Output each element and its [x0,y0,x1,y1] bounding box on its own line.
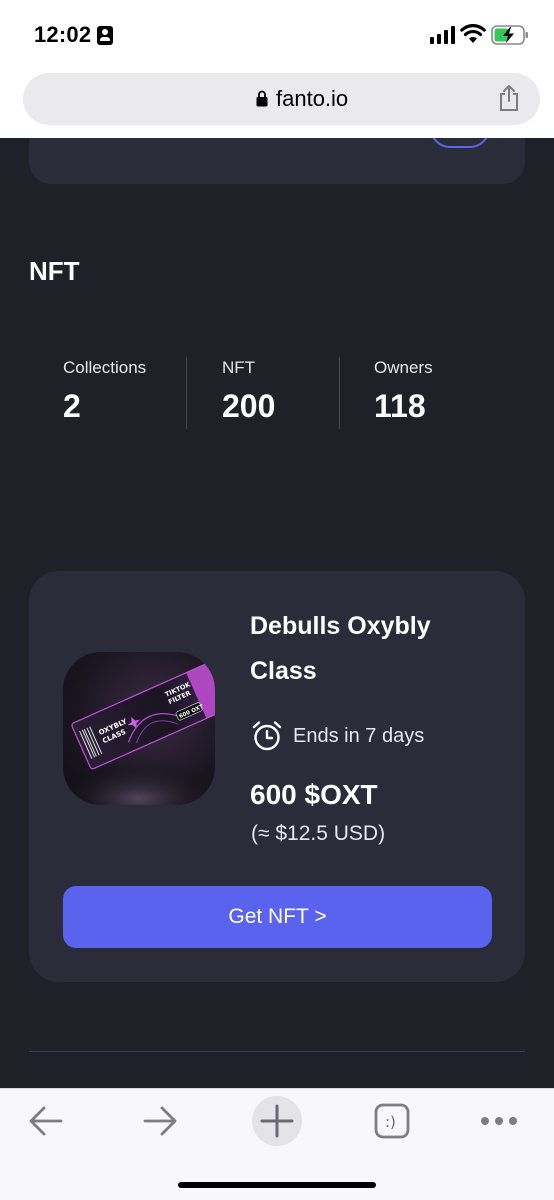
get-nft-button[interactable]: Get NFT > [63,886,492,948]
stat-label: Collections [63,358,147,377]
nft-card: OXYBLY CLASS TIKTOK FILTER 600 OXT Debul… [29,571,525,982]
stat-label: Owners [374,358,433,377]
battery-charging-icon [491,25,528,45]
nft-usd-price: (≈ $12.5 USD) [251,822,386,845]
back-icon[interactable] [27,1099,65,1143]
wifi-icon [460,24,486,43]
nft-ticket-image: OXYBLY CLASS TIKTOK FILTER 600 OXT [63,662,215,805]
nft-price: 600 $OXT [250,779,378,810]
signal-icon [430,26,455,44]
divider [29,1051,525,1052]
lock-icon [256,90,268,107]
status-time: 12:02 [34,22,92,47]
ends-row: Ends in 7 days [251,719,424,753]
share-icon[interactable] [498,84,520,112]
stat-nft: NFT 200 [222,358,275,425]
nft-title: Debulls Oxybly Class [250,612,431,685]
contact-card-icon [97,26,113,45]
alarm-clock-icon [252,721,282,751]
tabs-icon[interactable]: :) [374,1099,410,1143]
url-text: fanto.io [276,86,349,111]
address-bar[interactable]: fanto.io [23,73,540,125]
status-bar: 12:02 [0,0,554,70]
nft-image[interactable]: OXYBLY CLASS TIKTOK FILTER 600 OXT [63,652,215,805]
stat-value: 118 [374,388,426,424]
stat-value: 2 [63,388,81,424]
new-tab-icon[interactable] [251,1095,303,1147]
section-title: NFT [29,256,80,286]
more-icon[interactable] [480,1099,518,1143]
stat-divider [339,357,340,429]
stat-value: 200 [222,388,276,424]
svg-text::): :) [385,1113,396,1131]
stat-owners: Owners 118 [374,358,433,425]
ends-text: Ends in 7 days [293,724,425,747]
browser-top-bar: fanto.io [0,70,554,138]
stat-collections: Collections 2 [63,358,146,425]
stat-divider [186,357,187,429]
forward-icon[interactable] [141,1099,179,1143]
home-indicator [178,1182,376,1188]
stat-label: NFT [222,358,256,377]
